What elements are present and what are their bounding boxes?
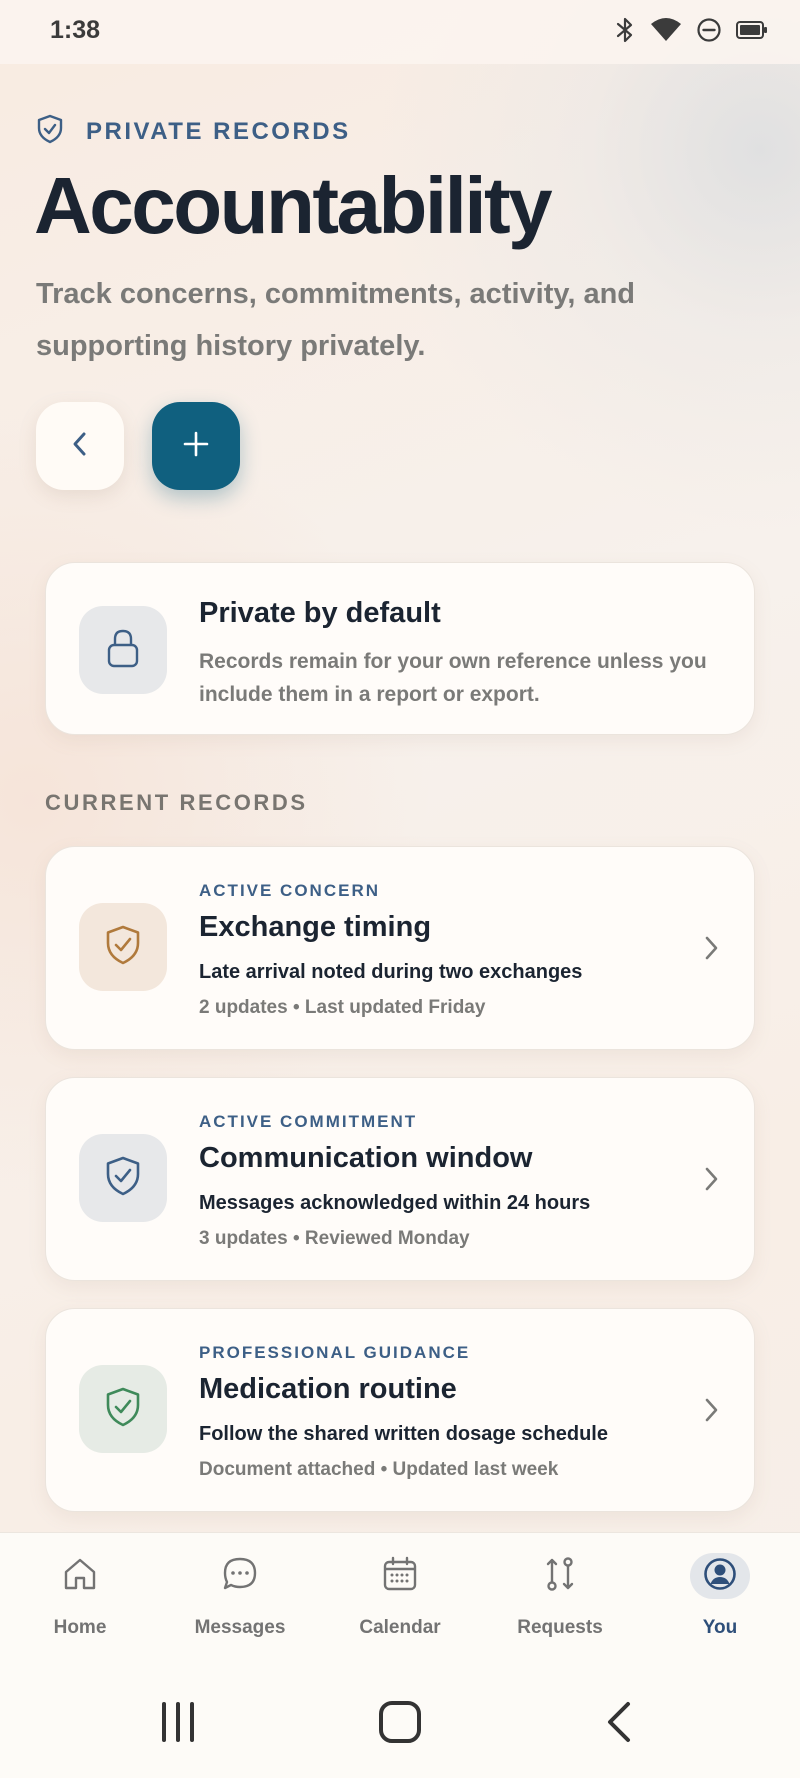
tab-label: Messages [194,1617,286,1638]
record-meta: 3 updates • Reviewed Monday [199,1228,470,1249]
record-card-medication-routine[interactable]: PROFESSIONAL GUIDANCE Medication routine… [45,1308,755,1512]
page-title: Accountability [34,161,553,250]
shield-check-icon [103,924,143,971]
user-circle-icon [703,1557,737,1596]
status-icons [614,16,768,44]
record-icon-tile [79,1365,167,1453]
add-record-button[interactable] [152,402,240,490]
chevron-left-icon [70,430,90,463]
battery-icon [736,20,768,40]
home-button-icon [378,1700,422,1749]
recents-button[interactable] [158,1700,198,1749]
record-kicker: PROFESSIONAL GUIDANCE [199,1343,471,1362]
shield-check-icon [103,1155,143,1202]
record-title: Exchange timing [199,911,432,943]
record-card-exchange-timing[interactable]: ACTIVE CONCERN Exchange timing Late arri… [45,846,755,1050]
tab-label: Requests [517,1617,603,1638]
home-icon [62,1557,98,1596]
tab-label: Home [53,1617,107,1638]
chevron-right-icon [702,1164,720,1199]
lock-icon [106,627,140,674]
bluetooth-icon [614,16,636,44]
record-card-communication-window[interactable]: ACTIVE COMMITMENT Communication window M… [45,1077,755,1281]
shield-check-icon [103,1386,143,1433]
back-button[interactable] [36,402,124,490]
page-subtitle: Track concerns, commitments, activity, a… [36,278,636,362]
record-title: Communication window [199,1142,533,1174]
record-icon-tile [79,903,167,991]
tab-requests[interactable]: Requests [490,1553,630,1663]
shield-icon [36,114,64,149]
record-meta: Document attached • Updated last week [199,1459,559,1480]
tab-home[interactable]: Home [10,1553,150,1663]
record-kicker: ACTIVE COMMITMENT [199,1112,418,1131]
tab-label: You [702,1617,738,1638]
chat-bubble-icon [222,1556,258,1597]
header-kicker: PRIVATE RECORDS [36,114,351,149]
git-compare-icon [543,1555,577,1598]
wifi-icon [650,17,682,43]
chevron-right-icon [702,1395,720,1430]
record-description: Late arrival noted during two exchanges [199,961,583,983]
header-kicker-label: PRIVATE RECORDS [86,117,351,145]
status-time: 1:38 [50,16,101,44]
privacy-text: Records remain for your own reference un… [199,650,707,706]
tab-you[interactable]: You [650,1553,790,1663]
chevron-right-icon [702,933,720,968]
status-bar: 1:38 [0,0,800,64]
privacy-icon-tile [79,606,167,694]
privacy-card: Private by default Records remain for yo… [45,562,755,735]
calendar-icon [382,1556,418,1597]
do-not-disturb-icon [696,17,722,43]
system-nav-bar [0,1680,800,1778]
section-label: CURRENT RECORDS [45,790,308,815]
home-button[interactable] [378,1700,422,1749]
record-description: Messages acknowledged within 24 hours [199,1192,591,1214]
record-icon-tile [79,1134,167,1222]
tab-calendar[interactable]: Calendar [330,1553,470,1663]
record-title: Medication routine [199,1373,457,1405]
record-description: Follow the shared written dosage schedul… [199,1423,608,1445]
privacy-title: Private by default [199,597,441,629]
record-kicker: ACTIVE CONCERN [199,881,381,900]
tab-label: Calendar [359,1617,441,1638]
back-nav-button[interactable] [604,1700,636,1749]
record-meta: 2 updates • Last updated Friday [199,997,486,1018]
back-icon [604,1700,636,1749]
tab-messages[interactable]: Messages [170,1553,310,1663]
recents-icon [158,1700,198,1749]
plus-icon [182,430,210,463]
